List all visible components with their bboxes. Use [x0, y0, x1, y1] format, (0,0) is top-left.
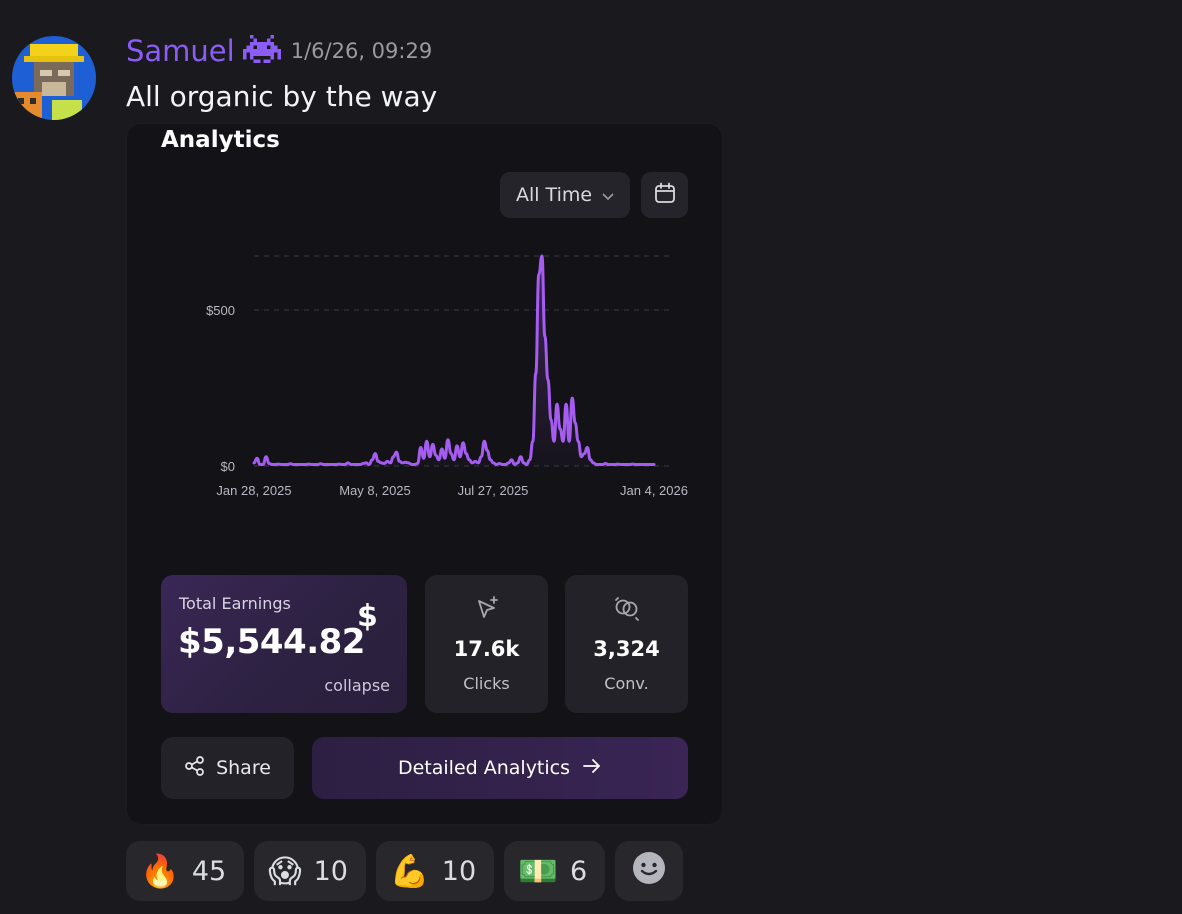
- time-range-label: All Time: [515, 184, 593, 206]
- analytics-card[interactable]: Analytics All Time $500 $0 Jan 28, 2025 …: [127, 124, 722, 824]
- clicks-card: 17.6k Clicks: [425, 575, 548, 713]
- scream-face-icon: 😱: [268, 852, 302, 890]
- earnings-line: [252, 254, 656, 466]
- earnings-label: Total Earnings: [179, 594, 291, 613]
- conversions-value: 3,324: [593, 637, 660, 661]
- dollar-icon: $: [357, 599, 378, 634]
- flexed-biceps-icon: 💪: [389, 852, 430, 890]
- earnings-chart: $500 $0 Jan 28, 2025 May 8, 2025 Jul 27,…: [206, 254, 688, 498]
- message-text: All organic by the way: [126, 80, 438, 113]
- clicks-value: 17.6k: [453, 637, 520, 661]
- earnings-area: [254, 256, 654, 466]
- reaction-count: 10: [313, 855, 348, 887]
- smiley-icon: [632, 851, 666, 892]
- card-title: Analytics: [161, 127, 280, 153]
- share-button[interactable]: Share: [161, 737, 294, 799]
- reaction-count: 6: [569, 855, 588, 887]
- space-invader-icon: [242, 34, 281, 68]
- avatar[interactable]: [12, 36, 96, 120]
- reactions-bar: 🔥 45 😱 10 💪 10 💵 6: [126, 841, 684, 901]
- total-earnings-card[interactable]: Total Earnings $5,544.82 $ collapse: [161, 575, 407, 713]
- cursor-click-icon: [473, 595, 501, 627]
- reaction-fire[interactable]: 🔥 45: [126, 841, 245, 901]
- conversions-card: 3,324 Conv.: [565, 575, 688, 713]
- y-tick-0: $0: [221, 459, 235, 474]
- reaction-muscle[interactable]: 💪 10: [375, 841, 495, 901]
- conversions-label: Conv.: [604, 674, 649, 693]
- detailed-analytics-button[interactable]: Detailed Analytics: [312, 737, 688, 799]
- add-reaction-button[interactable]: [615, 841, 684, 901]
- share-icon: [184, 755, 206, 782]
- collapse-toggle[interactable]: collapse: [324, 676, 390, 695]
- arrow-right-icon: [582, 757, 602, 780]
- reaction-count: 10: [441, 855, 477, 887]
- link-refresh-icon: [612, 595, 642, 627]
- reaction-scream[interactable]: 😱 10: [254, 841, 366, 901]
- reaction-money[interactable]: 💵 6: [504, 841, 606, 901]
- detailed-analytics-label: Detailed Analytics: [397, 757, 571, 779]
- x-tick-may-2025: May 8, 2025: [339, 483, 411, 498]
- ape-avatar-icon: [12, 36, 96, 120]
- x-tick-jan-2026: Jan 4, 2026: [620, 483, 688, 498]
- message-header: Samuel 1/6/26, 09:29: [126, 34, 432, 68]
- clicks-label: Clicks: [463, 674, 510, 693]
- calendar-icon: [654, 182, 676, 208]
- username[interactable]: Samuel: [126, 34, 235, 68]
- chevron-down-icon: [602, 184, 614, 206]
- x-tick-jan-2025: Jan 28, 2025: [216, 483, 291, 498]
- time-range-dropdown[interactable]: All Time: [500, 172, 630, 218]
- share-label: Share: [216, 757, 271, 779]
- x-tick-jul-2025: Jul 27, 2025: [458, 483, 529, 498]
- y-tick-500: $500: [206, 303, 235, 318]
- earnings-value: $5,544.82: [178, 622, 365, 662]
- message-timestamp: 1/6/26, 09:29: [290, 39, 433, 63]
- fire-icon: 🔥: [140, 852, 180, 890]
- reaction-count: 45: [191, 855, 227, 887]
- dollar-bill-icon: 💵: [518, 852, 558, 890]
- calendar-button[interactable]: [641, 172, 688, 218]
